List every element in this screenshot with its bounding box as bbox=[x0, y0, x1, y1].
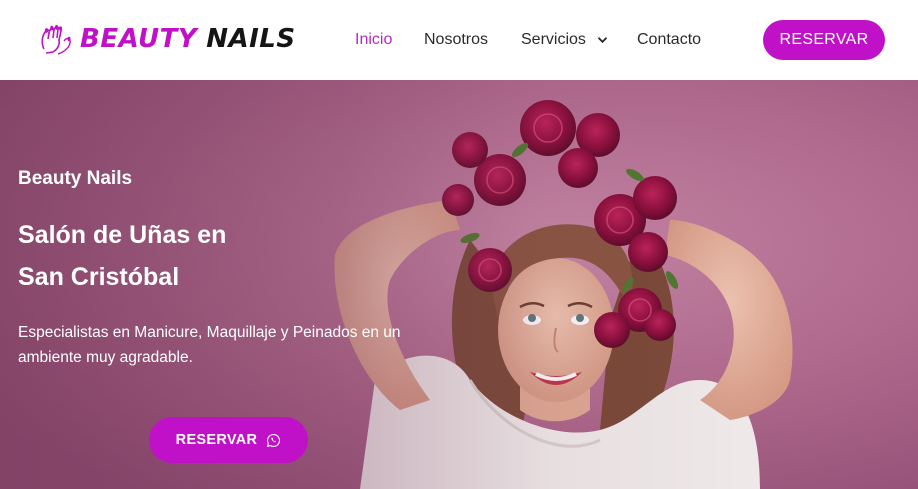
brand-word-nails: NAILS bbox=[206, 24, 296, 54]
chevron-down-icon bbox=[598, 36, 608, 43]
site-header: BEAUTY NAILS Inicio Nosotros Servicios C… bbox=[0, 0, 918, 80]
nav-item-inicio[interactable]: Inicio bbox=[355, 28, 392, 52]
brand-name: BEAUTY NAILS bbox=[80, 26, 296, 52]
hero-reservar-label: RESERVAR bbox=[175, 432, 258, 448]
nav-item-nosotros[interactable]: Nosotros bbox=[424, 28, 488, 52]
brand-logo[interactable]: BEAUTY NAILS bbox=[36, 18, 296, 60]
hero-title: Salón de Uñas en San Cristóbal bbox=[18, 214, 378, 298]
hero-section: Beauty Nails Salón de Uñas en San Cristó… bbox=[0, 80, 918, 489]
hero-reservar-button[interactable]: RESERVAR bbox=[149, 417, 308, 463]
hero-kicker: Beauty Nails bbox=[18, 168, 133, 189]
whatsapp-icon bbox=[267, 433, 281, 447]
hero-description: Especialistas en Manicure, Maquillaje y … bbox=[18, 324, 401, 366]
brand-word-beauty: BEAUTY bbox=[80, 24, 198, 54]
hero-title-line2: San Cristóbal bbox=[18, 263, 180, 291]
nav-item-servicios-label: Servicios bbox=[521, 31, 586, 48]
nav-item-contacto[interactable]: Contacto bbox=[637, 28, 701, 52]
hands-with-painted-nails-icon bbox=[41, 25, 71, 55]
header-reservar-button[interactable]: RESERVAR bbox=[763, 20, 885, 60]
nav-item-servicios[interactable]: Servicios bbox=[521, 28, 608, 52]
hero-title-line1: Salón de Uñas en bbox=[18, 221, 227, 249]
